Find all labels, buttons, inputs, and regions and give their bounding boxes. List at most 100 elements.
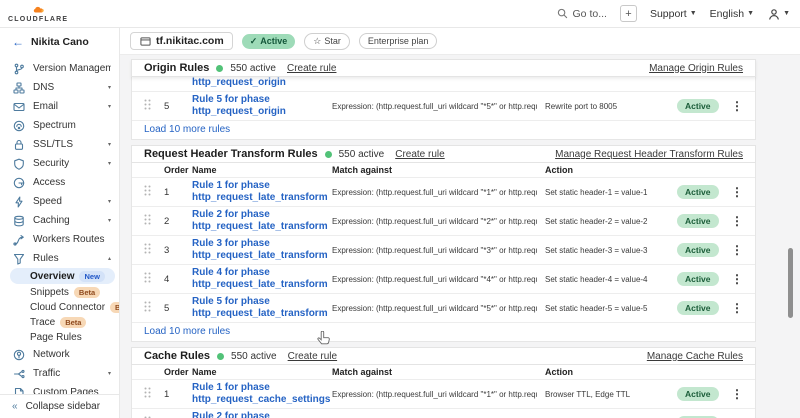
- drag-handle-icon[interactable]: [144, 270, 156, 288]
- plan-badge: Enterprise plan: [359, 33, 438, 49]
- rule-name-link[interactable]: Rule 5 for phasehttp_request_origin: [192, 94, 324, 118]
- sidebar-item-dns[interactable]: DNS▾: [0, 78, 119, 97]
- status-badge: Active: [677, 99, 719, 113]
- top-bar: CLOUDFLARE Go to... + Support ▼ English …: [0, 0, 800, 28]
- sidebar-item-version-management[interactable]: Version Management: [0, 59, 119, 78]
- kebab-menu-icon[interactable]: ⋮: [731, 272, 743, 286]
- vertical-scrollbar-thumb[interactable]: [788, 248, 793, 318]
- rule-name-link[interactable]: Rule 1 for phasehttp_request_late_transf…: [192, 180, 324, 204]
- section-body: http_request_origin5Rule 5 for phasehttp…: [131, 77, 756, 140]
- table-row: 3Rule 3 for phasehttp_request_late_trans…: [132, 235, 755, 264]
- sidebar-item-workers-routes[interactable]: Workers Routes: [0, 230, 119, 249]
- rule-name-link[interactable]: Rule 1 for phasehttp_request_cache_setti…: [192, 382, 324, 406]
- active-count: 550 active: [231, 351, 277, 362]
- sidebar-item-rules[interactable]: Rules▴: [0, 249, 119, 268]
- network-globe-icon: [12, 349, 25, 361]
- kebab-menu-icon[interactable]: ⋮: [731, 99, 743, 113]
- drag-handle-icon[interactable]: [144, 414, 156, 418]
- drag-handle-icon[interactable]: [144, 241, 156, 259]
- beta-badge: Beta: [60, 317, 86, 328]
- site-header: tf.nikitac.com ✓ Active ☆ Star Enterpris…: [120, 28, 800, 55]
- chevron-down-icon: ▾: [108, 160, 111, 167]
- sidebar-subitem-label: Trace: [30, 317, 55, 328]
- sidebar-item-traffic[interactable]: Traffic▾: [0, 364, 119, 383]
- drag-handle-icon[interactable]: [144, 385, 156, 403]
- sidebar-subitem-overview[interactable]: OverviewNew: [10, 268, 115, 284]
- manage-rules-link[interactable]: Manage Request Header Transform Rules: [555, 149, 743, 160]
- rule-name-link[interactable]: Rule 5 for phasehttp_request_late_transf…: [192, 296, 324, 320]
- sidebar-item-custom-pages[interactable]: Custom Pages: [0, 383, 119, 394]
- create-rule-link[interactable]: Create rule: [287, 63, 336, 74]
- account-name: Nikita Cano: [31, 36, 89, 48]
- manage-rules-link[interactable]: Manage Cache Rules: [647, 351, 743, 362]
- back-arrow-icon[interactable]: ←: [12, 35, 24, 49]
- sidebar-item-security[interactable]: Security▾: [0, 154, 119, 173]
- kebab-menu-icon[interactable]: ⋮: [731, 243, 743, 257]
- sidebar-item-label: Workers Routes: [33, 234, 111, 245]
- caching-database-icon: [12, 215, 25, 227]
- sidebar-item-email[interactable]: Email▾: [0, 97, 119, 116]
- cloudflare-logo[interactable]: CLOUDFLARE: [8, 4, 68, 23]
- add-button[interactable]: +: [620, 5, 637, 22]
- rule-name-link[interactable]: Rule 2 for phasehttp_request_late_transf…: [192, 209, 324, 233]
- create-rule-link[interactable]: Create rule: [288, 351, 337, 362]
- kebab-menu-icon[interactable]: ⋮: [731, 214, 743, 228]
- chevron-down-icon: ▾: [108, 217, 111, 224]
- table-row: 4Rule 4 for phasehttp_request_late_trans…: [132, 264, 755, 293]
- sidebar-item-access[interactable]: Access: [0, 173, 119, 192]
- sidebar-subitem-snippets[interactable]: SnippetsBeta: [10, 285, 115, 299]
- sidebar-item-ssl-tls[interactable]: SSL/TLS▾: [0, 135, 119, 154]
- rule-match-expression: Expression: (http.request.full_uri wildc…: [332, 275, 537, 284]
- goto-search[interactable]: Go to...: [556, 8, 607, 20]
- chevron-up-icon: ▴: [108, 255, 111, 262]
- rule-order: 2: [164, 216, 184, 227]
- rule-action: Set static header-5 = value-5: [545, 304, 669, 313]
- drag-handle-icon[interactable]: [144, 299, 156, 317]
- drag-handle-icon[interactable]: [144, 97, 156, 115]
- chevron-down-icon: ▼: [690, 10, 697, 17]
- domain-selector[interactable]: tf.nikitac.com: [130, 32, 233, 50]
- language-menu[interactable]: English ▼: [710, 8, 754, 20]
- sidebar-item-label: SSL/TLS: [33, 139, 100, 150]
- goto-label: Go to...: [573, 8, 607, 20]
- sidebar-item-caching[interactable]: Caching▾: [0, 211, 119, 230]
- sidebar-subitem-trace[interactable]: Trace Beta: [10, 315, 115, 329]
- section-request-header-transform-rules: Request Header Transform Rules550 active…: [131, 145, 756, 342]
- sidebar-item-speed[interactable]: Speed▾: [0, 192, 119, 211]
- collapse-sidebar-button[interactable]: « Collapse sidebar: [0, 394, 119, 418]
- drag-handle-icon[interactable]: [144, 212, 156, 230]
- kebab-menu-icon[interactable]: ⋮: [731, 185, 743, 199]
- rule-match-expression: Expression: (http.request.full_uri wildc…: [332, 390, 537, 399]
- status-badge: Active: [677, 272, 719, 286]
- status-badge: Active: [677, 185, 719, 199]
- load-more-rules-link[interactable]: Load 10 more rules: [132, 120, 755, 139]
- support-menu[interactable]: Support ▼: [650, 8, 697, 20]
- speed-bolt-icon: [12, 196, 25, 208]
- manage-rules-link[interactable]: Manage Origin Rules: [649, 63, 743, 74]
- new-badge: New: [79, 271, 104, 282]
- sidebar-subitem-page-rules[interactable]: Page Rules: [10, 330, 115, 344]
- sidebar-item-network[interactable]: Network: [0, 345, 119, 364]
- chevron-down-icon: ▼: [783, 10, 790, 17]
- rule-name-link[interactable]: http_request_origin: [192, 77, 324, 89]
- rule-name-link[interactable]: Rule 3 for phasehttp_request_late_transf…: [192, 238, 324, 262]
- rule-match-expression: Expression: (http.request.full_uri wildc…: [332, 188, 537, 197]
- section-header-origin-rules: Origin Rules550 activeCreate ruleManage …: [131, 59, 756, 77]
- kebab-menu-icon[interactable]: ⋮: [731, 301, 743, 315]
- sidebar-subitem-cloud-connector[interactable]: Cloud ConnectorBeta: [10, 300, 115, 314]
- star-button[interactable]: ☆ Star: [304, 33, 350, 50]
- rule-action: Rewrite port to 8005: [545, 102, 669, 111]
- sidebar-item-spectrum[interactable]: Spectrum: [0, 116, 119, 135]
- sidebar-item-label: Custom Pages: [33, 387, 111, 394]
- account-menu[interactable]: ▼: [767, 8, 790, 20]
- kebab-menu-icon[interactable]: ⋮: [731, 387, 743, 401]
- load-more-rules-link[interactable]: Load 10 more rules: [132, 322, 755, 341]
- rule-name-link[interactable]: Rule 2 for phasehttp_request_cache_setti…: [192, 411, 324, 418]
- chevron-down-icon: ▾: [108, 84, 111, 91]
- rule-name-link[interactable]: Rule 4 for phasehttp_request_late_transf…: [192, 267, 324, 291]
- rule-match-expression: Expression: (http.request.full_uri wildc…: [332, 246, 537, 255]
- clipped-table-row: http_request_origin: [132, 77, 755, 91]
- account-row[interactable]: ← Nikita Cano: [0, 28, 119, 55]
- drag-handle-icon[interactable]: [144, 183, 156, 201]
- create-rule-link[interactable]: Create rule: [395, 149, 444, 160]
